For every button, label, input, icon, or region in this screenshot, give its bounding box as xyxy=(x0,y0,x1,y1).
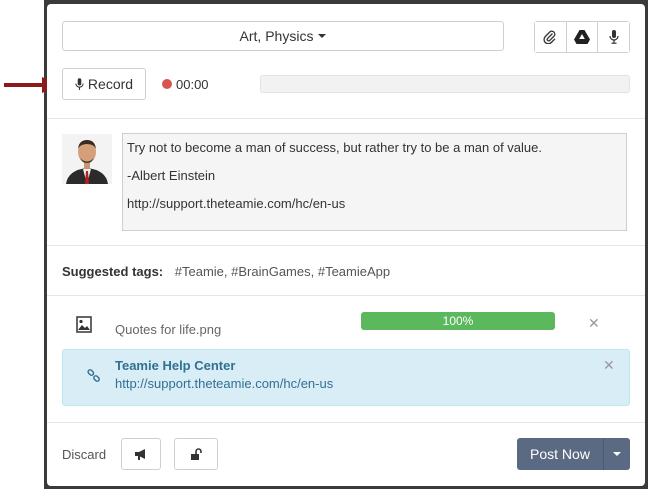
recording-timer: 00:00 xyxy=(176,77,209,92)
microphone-icon xyxy=(609,30,619,44)
link-icon xyxy=(87,369,100,382)
remove-attachment-close-icon[interactable]: ✕ xyxy=(588,316,600,330)
image-file-icon xyxy=(76,316,92,333)
link-preview: Teamie Help Center http://support.thetea… xyxy=(62,349,630,406)
megaphone-icon xyxy=(135,448,145,460)
divider xyxy=(47,245,645,246)
link-preview-url[interactable]: http://support.theteamie.com/hc/en-us xyxy=(115,376,333,391)
divider xyxy=(47,422,645,423)
google-drive-button[interactable] xyxy=(566,22,599,52)
post-text-line: Try not to become a man of success, but … xyxy=(127,140,542,155)
user-portrait-icon xyxy=(62,134,112,184)
upload-progress-fill: 100% xyxy=(361,312,555,330)
chevron-down-icon xyxy=(318,34,327,38)
voice-input-button[interactable] xyxy=(598,22,630,52)
post-composer: Art, Physics Record 00:00 Try not to bec… xyxy=(47,4,645,486)
chevron-down-icon xyxy=(613,452,621,456)
course-select-dropdown[interactable]: Art, Physics xyxy=(62,21,504,51)
post-text-line: http://support.theteamie.com/hc/en-us xyxy=(127,196,346,211)
tag-teamieapp[interactable]: #TeamieApp xyxy=(318,264,390,279)
attachment-file-name: Quotes for life.png xyxy=(115,322,222,337)
upload-progress-label: 100% xyxy=(442,314,474,328)
tag-braingames[interactable]: #BrainGames, xyxy=(231,264,314,279)
google-drive-icon xyxy=(574,30,590,44)
suggested-tags: Suggested tags: #Teamie, #BrainGames, #T… xyxy=(62,264,390,279)
announcement-button[interactable] xyxy=(121,438,161,470)
post-options-dropdown[interactable] xyxy=(603,438,630,470)
suggested-tags-label: Suggested tags: xyxy=(62,264,164,279)
divider xyxy=(47,118,645,119)
link-preview-title[interactable]: Teamie Help Center xyxy=(115,358,235,373)
record-button-label: Record xyxy=(87,76,134,92)
unlock-icon xyxy=(190,447,202,460)
discard-link[interactable]: Discard xyxy=(62,447,106,462)
upload-progress-bar: 100% xyxy=(361,312,555,330)
attach-file-button[interactable] xyxy=(535,22,567,52)
tag-teamie[interactable]: #Teamie, xyxy=(175,264,228,279)
record-button[interactable]: Record xyxy=(62,68,146,100)
avatar xyxy=(62,134,112,184)
post-now-button-group: Post Now xyxy=(517,438,630,470)
course-select-label: Art, Physics xyxy=(239,28,314,44)
paperclip-icon xyxy=(543,30,556,44)
microphone-icon xyxy=(75,77,84,90)
divider xyxy=(47,295,645,296)
post-text-line: -Albert Einstein xyxy=(127,168,216,183)
attachment-button-group xyxy=(534,21,630,53)
post-now-button[interactable]: Post Now xyxy=(517,438,603,470)
privacy-lock-button[interactable] xyxy=(174,438,218,470)
post-text-area[interactable]: Try not to become a man of success, but … xyxy=(122,133,627,231)
recording-indicator-icon xyxy=(162,79,172,89)
recording-progress-bar xyxy=(260,75,630,93)
remove-link-close-icon[interactable]: ✕ xyxy=(603,358,615,372)
